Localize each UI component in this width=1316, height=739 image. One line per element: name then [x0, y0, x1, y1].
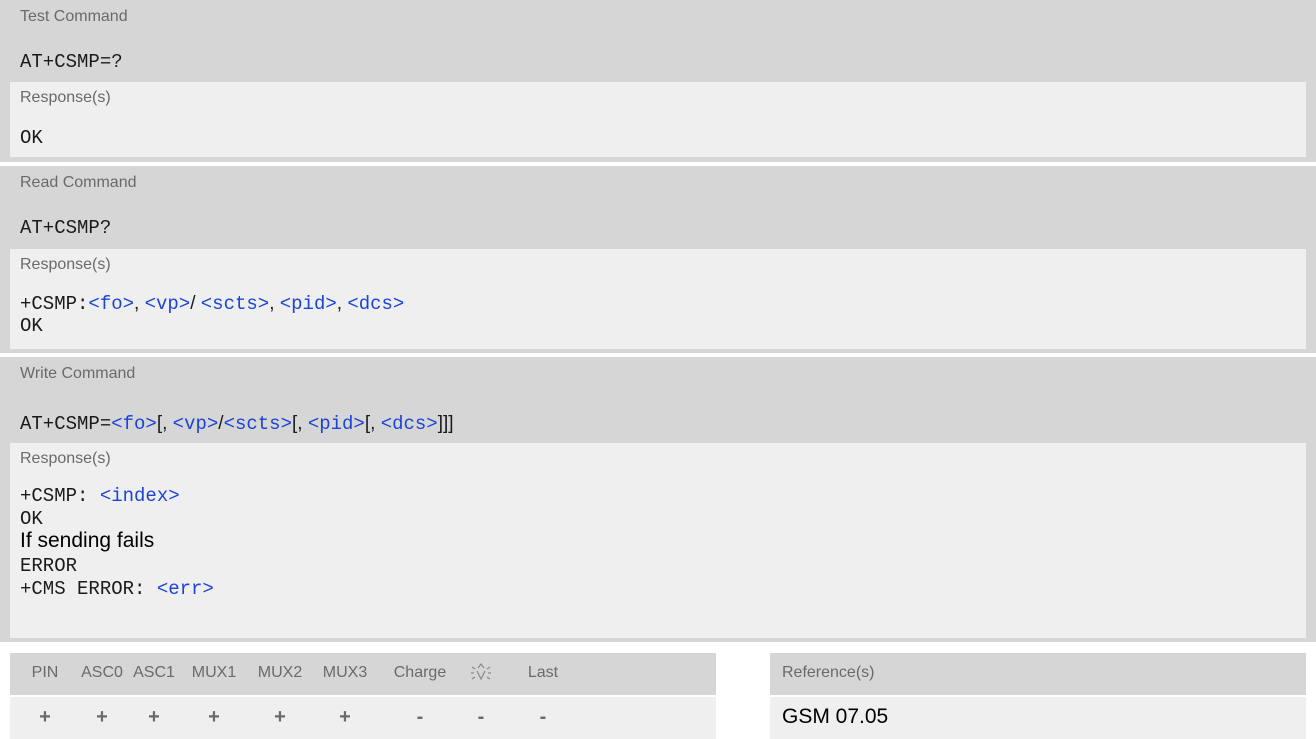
separator: / — [190, 293, 201, 314]
separator: [, — [156, 413, 173, 434]
reference-row: GSM 07.05 — [770, 697, 1306, 739]
pin-header-mux1: MUX1 — [191, 664, 237, 681]
pin-header-asc1: ASC1 — [133, 664, 175, 681]
param-pid-link[interactable]: <pid> — [308, 413, 365, 435]
param-fo-link[interactable]: <fo> — [88, 293, 134, 315]
power-off-icon — [456, 662, 506, 687]
reference-label: Reference(s) — [782, 664, 875, 681]
read-response-box: Response(s) +CSMP:<fo>, <vp>/ <scts>, <p… — [10, 249, 1306, 349]
pin-header-pin: PIN — [31, 664, 59, 681]
separator: , — [336, 293, 348, 314]
read-command-header: Read Command — [20, 174, 137, 191]
read-response-ok: OK — [20, 315, 43, 337]
pin-value-mux2: + — [274, 706, 286, 728]
param-scts-link[interactable]: <scts> — [201, 293, 269, 315]
separator: ]]] — [437, 413, 454, 434]
pin-value-charge: - — [416, 706, 424, 728]
separator: [, — [291, 413, 308, 434]
write-response-error: ERROR — [20, 555, 78, 577]
write-response-label: Response(s) — [20, 450, 111, 467]
test-command-header: Test Command — [20, 8, 128, 25]
pin-value-mux1: + — [208, 706, 220, 728]
write-command-header: Write Command — [20, 365, 136, 382]
pin-value-asc0: + — [96, 706, 108, 728]
param-dcs-link[interactable]: <dcs> — [381, 413, 438, 435]
test-response-box: Response(s) OK — [10, 82, 1306, 157]
write-command-section: Write Command AT+CSMP=<fo>[, <vp>/<scts>… — [0, 357, 1316, 642]
write-command-text: AT+CSMP=<fo>[, <vp>/<scts>[, <pid>[, <dc… — [20, 413, 454, 435]
cms-error-line: +CMS ERROR: <err> — [20, 578, 214, 600]
write-response-ok: OK — [20, 508, 43, 530]
param-index-link[interactable]: <index> — [100, 485, 180, 507]
read-response-label: Response(s) — [20, 256, 111, 273]
pin-value-pin: + — [39, 706, 51, 728]
test-command-text: AT+CSMP=? — [20, 51, 123, 73]
read-command-section: Read Command AT+CSMP? Response(s) +CSMP:… — [0, 166, 1316, 353]
reference-header: Reference(s) — [770, 653, 1306, 695]
pin-value-last: - — [539, 706, 547, 728]
read-command-text: AT+CSMP? — [20, 217, 112, 239]
write-command-prefix: AT+CSMP= — [20, 413, 112, 435]
reference-value: GSM 07.05 — [782, 705, 889, 728]
pin-header-asc0: ASC0 — [81, 664, 123, 681]
sending-fails-text: If sending fails — [20, 529, 155, 552]
test-response-label: Response(s) — [20, 89, 111, 106]
pin-header-last: Last — [527, 664, 559, 681]
test-command-section: Test Command AT+CSMP=? Response(s) OK — [0, 0, 1316, 162]
separator: , — [269, 293, 280, 314]
param-vp-link[interactable]: <vp> — [145, 293, 191, 315]
param-err-link[interactable]: <err> — [157, 578, 214, 600]
pin-value-mux3: + — [339, 706, 351, 728]
param-vp-link[interactable]: <vp> — [173, 413, 219, 435]
pin-table-header: PIN ASC0 ASC1 MUX1 MUX2 MUX3 Charge Last — [10, 653, 716, 695]
pin-value-power-off: - — [477, 706, 485, 728]
test-response-ok: OK — [20, 127, 43, 149]
cms-error-prefix: +CMS ERROR: — [20, 578, 157, 600]
write-response-prefix: +CSMP: — [20, 485, 100, 507]
read-response-line: +CSMP:<fo>, <vp>/ <scts>, <pid>, <dcs> — [20, 293, 404, 315]
pin-table-values: + + + + + + - - - — [10, 697, 716, 739]
write-response-line: +CSMP: <index> — [20, 485, 180, 507]
param-dcs-link[interactable]: <dcs> — [347, 293, 404, 315]
write-response-box: Response(s) +CSMP: <index> OK If sending… — [10, 443, 1306, 638]
pin-value-asc1: + — [148, 706, 160, 728]
param-fo-link[interactable]: <fo> — [111, 413, 157, 435]
pin-header-mux2: MUX2 — [257, 664, 303, 681]
pin-table: PIN ASC0 ASC1 MUX1 MUX2 MUX3 Charge Last — [10, 653, 716, 739]
param-pid-link[interactable]: <pid> — [280, 293, 337, 315]
separator: [, — [364, 413, 381, 434]
pin-header-mux3: MUX3 — [322, 664, 368, 681]
read-response-prefix: +CSMP: — [20, 293, 89, 315]
param-scts-link[interactable]: <scts> — [224, 413, 292, 435]
pin-header-charge: Charge — [393, 664, 447, 681]
separator: , — [134, 293, 145, 314]
